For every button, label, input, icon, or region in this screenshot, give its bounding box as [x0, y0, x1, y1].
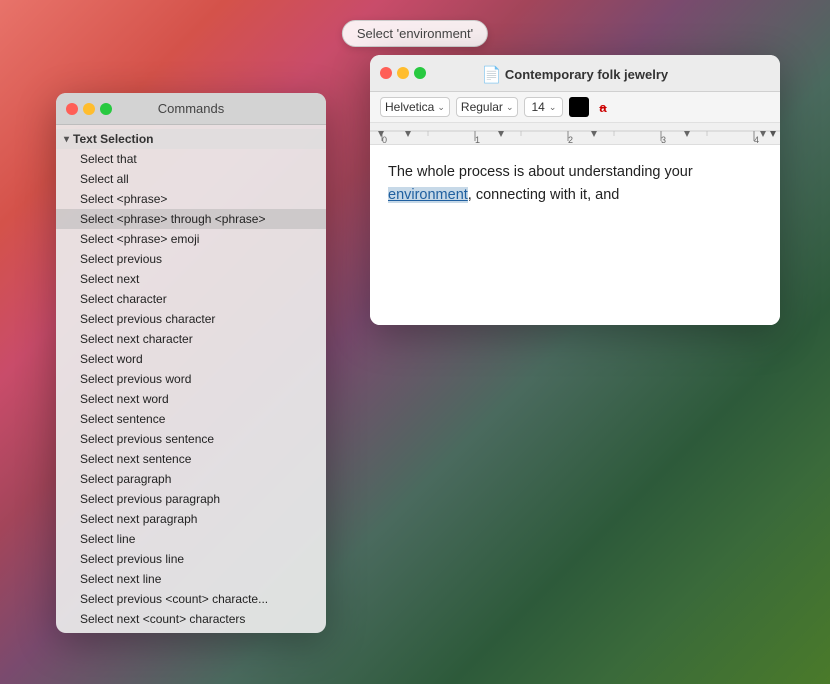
editor-paragraph: The whole process is about understanding… — [388, 161, 762, 207]
command-item[interactable]: Select previous paragraph — [56, 489, 326, 509]
editor-window: 📄 Contemporary folk jewelry Helvetica ⌄ … — [370, 55, 780, 325]
editor-content[interactable]: The whole process is about understanding… — [370, 145, 780, 325]
command-item[interactable]: Select previous — [56, 249, 326, 269]
content-after: , connecting with it, and — [468, 187, 620, 203]
command-item[interactable]: Select <phrase> through <phrase> — [56, 209, 326, 229]
window-controls — [66, 103, 112, 115]
tooltip-bubble: Select 'environment' — [342, 20, 488, 47]
command-item[interactable]: Select previous character — [56, 309, 326, 329]
highlighted-word: environment — [388, 187, 468, 203]
chevron-down-icon: ▾ — [64, 134, 69, 145]
command-item[interactable]: Select next paragraph — [56, 509, 326, 529]
text-selection-section-header: ▾ Text Selection — [56, 129, 326, 149]
close-button[interactable] — [66, 103, 78, 115]
section-label: Text Selection — [73, 132, 153, 146]
content-before: The whole process is about understanding… — [388, 164, 693, 180]
command-item[interactable]: Select <phrase> — [56, 189, 326, 209]
command-item[interactable]: Select character — [56, 289, 326, 309]
command-item[interactable]: Select next — [56, 269, 326, 289]
minimize-button[interactable] — [83, 103, 95, 115]
document-icon: 📄 — [482, 65, 500, 83]
commands-list: ▾ Text Selection Select thatSelect allSe… — [56, 125, 326, 633]
ruler-svg: 0 1 2 3 4 — [370, 123, 780, 145]
commands-window-title: Commands — [158, 101, 224, 116]
svg-text:2: 2 — [568, 135, 573, 145]
command-item[interactable]: Select word — [56, 349, 326, 369]
editor-minimize-button[interactable] — [397, 67, 409, 79]
command-item[interactable]: Select paragraph — [56, 469, 326, 489]
command-item[interactable]: Select previous <count> characte... — [56, 589, 326, 609]
editor-close-button[interactable] — [380, 67, 392, 79]
font-family-chevron-icon: ⌄ — [437, 102, 445, 113]
command-item[interactable]: Select next word — [56, 389, 326, 409]
editor-maximize-button[interactable] — [414, 67, 426, 79]
editor-toolbar: Helvetica ⌄ Regular ⌄ 14 ⌄ a — [370, 92, 780, 123]
svg-text:1: 1 — [475, 135, 480, 145]
color-swatch[interactable] — [569, 97, 589, 117]
command-item[interactable]: Select next character — [56, 329, 326, 349]
font-size-label: 14 — [531, 100, 544, 114]
strikethrough-button[interactable]: a — [595, 99, 610, 116]
maximize-button[interactable] — [100, 103, 112, 115]
font-style-select[interactable]: Regular ⌄ — [456, 97, 519, 117]
ruler: 0 1 2 3 4 — [370, 123, 780, 145]
font-style-label: Regular — [461, 100, 503, 114]
svg-text:4: 4 — [754, 135, 759, 145]
command-item[interactable]: Select next line — [56, 569, 326, 589]
font-size-chevron-icon: ⌄ — [549, 102, 557, 113]
editor-window-controls — [380, 67, 426, 79]
font-style-chevron-icon: ⌄ — [506, 102, 514, 113]
font-family-select[interactable]: Helvetica ⌄ — [380, 97, 450, 117]
editor-title-text: Contemporary folk jewelry — [505, 67, 668, 82]
command-item[interactable]: Select previous line — [56, 549, 326, 569]
editor-title: 📄 Contemporary folk jewelry — [382, 65, 768, 83]
command-item[interactable]: Select all — [56, 169, 326, 189]
svg-text:0: 0 — [382, 135, 387, 145]
command-item[interactable]: Select that — [56, 149, 326, 169]
editor-titlebar: 📄 Contemporary folk jewelry — [370, 55, 780, 92]
command-item[interactable]: Select next <count> characters — [56, 609, 326, 629]
command-item[interactable]: Select sentence — [56, 409, 326, 429]
font-family-label: Helvetica — [385, 100, 434, 114]
svg-text:3: 3 — [661, 135, 666, 145]
command-item[interactable]: Select line — [56, 529, 326, 549]
command-item[interactable]: Select previous sentence — [56, 429, 326, 449]
commands-titlebar: Commands — [56, 93, 326, 125]
command-item[interactable]: Select next sentence — [56, 449, 326, 469]
command-item[interactable]: Select <phrase> emoji — [56, 229, 326, 249]
font-size-control[interactable]: 14 ⌄ — [524, 97, 563, 117]
command-item[interactable]: Select previous word — [56, 369, 326, 389]
commands-window: Commands ▾ Text Selection Select thatSel… — [56, 93, 326, 633]
